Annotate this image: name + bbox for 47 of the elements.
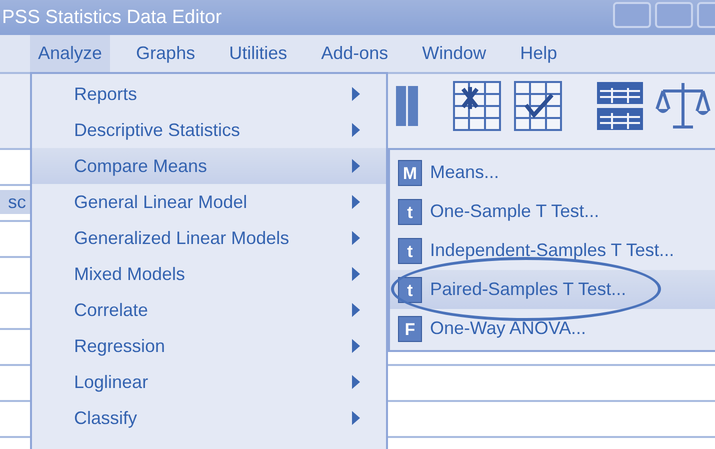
menu-bar-item[interactable]: Window	[414, 35, 494, 72]
scale-icon[interactable]	[655, 81, 711, 131]
menu-item[interactable]: Loglinear	[32, 364, 386, 400]
menu-item[interactable]: Mixed Models	[32, 256, 386, 292]
menu-item-label: Generalized Linear Models	[74, 228, 290, 248]
menu-item-label: Mixed Models	[74, 264, 186, 284]
menu-item-label: Loglinear	[74, 372, 150, 392]
menu-item[interactable]: F One-Way ANOVA...	[390, 309, 715, 348]
menu-item[interactable]: Correlate	[32, 292, 386, 328]
menu-item-label: Independent-Samples T Test...	[430, 240, 674, 261]
grid-check-icon[interactable]	[514, 81, 562, 131]
table-icon[interactable]	[596, 81, 644, 131]
menu-item[interactable]: t Paired-Samples T Test...	[390, 270, 715, 309]
menu-item[interactable]: M Means...	[390, 153, 715, 192]
menu-bar-item[interactable]: Graphs	[128, 35, 204, 72]
menu-item-label: General Linear Model	[74, 192, 248, 212]
menu-item-label: Correlate	[74, 300, 150, 320]
menu-item[interactable]: General Linear Model	[32, 184, 386, 220]
menu-item-label: Classify	[74, 408, 138, 428]
menu-bar-item[interactable]: Analyze	[30, 35, 110, 72]
menu-item[interactable]: Compare Means	[32, 148, 386, 184]
menu-item-label: Regression	[74, 336, 166, 356]
menu-item-label: One-Sample T Test...	[430, 201, 600, 222]
menu-item[interactable]: Classify	[32, 400, 386, 436]
column-header[interactable]: sc	[0, 190, 30, 214]
menu-item[interactable]: t Independent-Samples T Test...	[390, 231, 715, 270]
menu-bar-item[interactable]: Help	[512, 35, 566, 72]
menu-item-label: One-Way ANOVA...	[430, 318, 586, 339]
menu-item-label: Means...	[430, 162, 500, 183]
menu-item[interactable]: t One-Sample T Test...	[390, 192, 715, 231]
menu-item-label: Compare Means	[74, 156, 208, 176]
menu-item-label: Descriptive Statistics	[74, 120, 242, 140]
menu-item[interactable]: Regression	[32, 328, 386, 364]
menu-item[interactable]: Descriptive Statistics	[32, 112, 386, 148]
procedure-icon: M	[398, 160, 422, 186]
menu-item-label: Reports	[74, 84, 138, 104]
window-title: PSS Statistics Data Editor	[2, 6, 222, 28]
menu-item[interactable]: Generalized Linear Models	[32, 220, 386, 256]
procedure-icon: F	[398, 316, 422, 342]
grid-star-icon[interactable]	[453, 81, 501, 131]
menu-bar-item[interactable]: Add-ons	[313, 35, 396, 72]
menu-item[interactable]: Reports	[32, 76, 386, 112]
menu-bar-item[interactable]: Utilities	[221, 35, 296, 72]
menu-item-label: Paired-Samples T Test...	[430, 279, 626, 300]
procedure-icon: t	[398, 198, 422, 224]
procedure-icon: t	[398, 238, 422, 264]
procedure-icon: t	[398, 276, 422, 302]
